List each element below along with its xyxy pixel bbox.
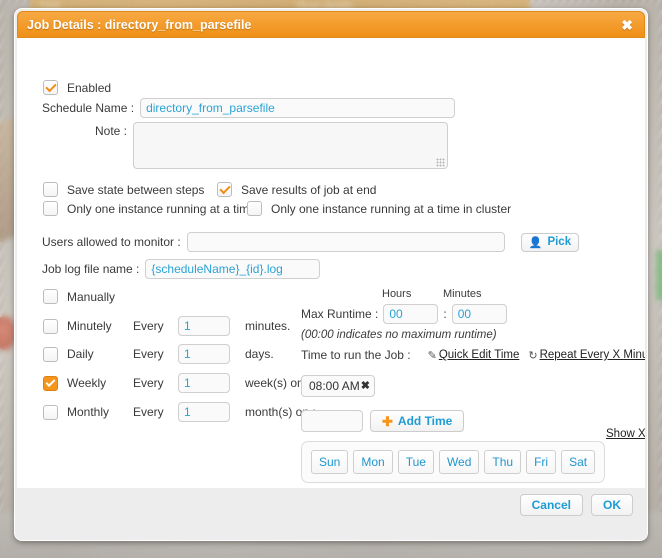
ok-button[interactable]: OK [591,494,633,516]
monthly-every-label: Every [133,405,164,419]
job-details-dialog: Job Details : directory_from_parsefile ✖… [14,8,648,541]
enabled-checkbox[interactable] [43,80,58,95]
schedule-type-daily-row: Daily Every days. [43,344,274,364]
schedule-type-weekly-radio[interactable] [43,375,58,391]
max-runtime-hint: (00:00 indicates no maximum runtime) [301,329,497,341]
schedule-name-label: Schedule Name : [42,101,135,115]
option-single-instance-cluster-row: Only one instance running at a time in c… [247,201,511,216]
cancel-button[interactable]: Cancel [519,494,583,516]
time-to-run-label: Time to run the Job : [301,348,411,362]
refresh-icon: ↻ [528,349,538,362]
time-to-run-row: Time to run the Job : ✎ Quick Edit Time … [301,348,645,362]
save-results-checkbox[interactable] [217,182,232,197]
close-icon[interactable]: ✖ [619,18,635,32]
weekly-every-input[interactable] [178,373,230,393]
note-label: Note : [95,124,128,138]
day-button-mon[interactable]: Mon [353,450,393,474]
repeat-every-x-minutes-label: Repeat Every X Minutes [539,349,645,361]
option-save-results-row: Save results of job at end [217,182,376,197]
show-xml-link[interactable]: Show XML [606,428,645,440]
monthly-every-input[interactable] [178,402,230,422]
job-log-row: Job log file name : [42,259,321,279]
dialog-footer: Cancel OK [15,488,647,540]
time-chip-remove-icon[interactable]: ✖ [361,380,370,392]
users-monitor-label: Users allowed to monitor : [42,235,181,249]
day-button-sat[interactable]: Sat [561,450,596,474]
schedule-type-manually-label: Manually [67,289,116,304]
users-monitor-input[interactable] [186,232,505,252]
schedule-type-monthly-row: Monthly Every month(s) on : [43,402,316,422]
add-time-row: ✚ Add Time [301,410,465,432]
pick-button[interactable]: 👤 Pick [520,232,580,252]
person-icon: 👤 [528,236,543,249]
schedule-type-minutely-label: Minutely [67,319,112,333]
time-chip-list: 08:00 AM ✖ [301,375,375,397]
max-runtime-label: Max Runtime : [301,307,379,321]
enabled-label: Enabled [67,80,112,95]
save-results-label: Save results of job at end [241,182,377,197]
dialog-body: Enabled Schedule Name : Note : Save stat… [17,38,645,488]
schedule-type-monthly-radio[interactable] [43,404,58,420]
job-log-label: Job log file name : [42,262,140,276]
schedule-name-row: Schedule Name : [42,98,456,118]
add-time-button[interactable]: ✚ Add Time [370,410,465,432]
day-button-wed[interactable]: Wed [438,450,480,474]
save-state-checkbox[interactable] [43,182,58,197]
new-time-input[interactable] [301,410,363,432]
single-instance-checkbox[interactable] [43,201,58,216]
time-chip[interactable]: 08:00 AM ✖ [301,375,375,397]
day-button-tue[interactable]: Tue [397,450,434,474]
pick-button-label: Pick [547,236,572,248]
option-save-state-row: Save state between steps [43,182,204,197]
daily-unit-label: days. [245,347,274,361]
save-state-label: Save state between steps [67,182,205,197]
day-button-thu[interactable]: Thu [484,450,522,474]
dialog-title-bar: Job Details : directory_from_parsefile ✖ [17,11,645,38]
schedule-type-manually-radio[interactable] [43,289,58,304]
schedule-type-weekly-label: Weekly [67,376,107,390]
note-textarea[interactable] [133,122,449,169]
schedule-type-monthly-label: Monthly [67,405,110,419]
time-chip-value: 08:00 AM [309,379,360,393]
schedule-type-minutely-row: Minutely Every minutes. [43,316,290,336]
hours-header: Hours [382,288,412,300]
enabled-row: Enabled [43,80,111,95]
max-runtime-row: Max Runtime : : [301,304,507,324]
single-instance-cluster-label: Only one instance running at a time in c… [271,201,512,216]
minutely-every-input[interactable] [178,316,230,336]
quick-edit-time-label: Quick Edit Time [438,349,520,361]
schedule-type-daily-radio[interactable] [43,346,58,362]
single-instance-label: Only one instance running at a time [67,201,256,216]
minutes-header: Minutes [443,288,482,300]
day-button-fri[interactable]: Fri [526,450,557,474]
repeat-every-x-minutes-link[interactable]: ↻ Repeat Every X Minutes [528,349,645,362]
single-instance-cluster-checkbox[interactable] [247,201,262,216]
dialog-title: Job Details : directory_from_parsefile [27,17,252,32]
schedule-type-daily-label: Daily [67,347,94,361]
add-time-button-label: Add Time [397,414,453,428]
schedule-type-weekly-row: Weekly Every week(s) on : [43,373,310,393]
day-button-sun[interactable]: Sun [311,450,349,474]
daily-every-label: Every [133,347,164,361]
max-runtime-separator: : [443,307,447,321]
schedule-type-minutely-radio[interactable] [43,318,58,334]
job-log-input[interactable] [145,259,321,279]
note-row: Note : [95,122,449,172]
max-runtime-hours-input[interactable] [383,304,439,324]
max-runtime-minutes-input[interactable] [451,304,507,324]
users-monitor-row: Users allowed to monitor : 👤 Pick [42,232,580,252]
minutely-unit-label: minutes. [245,319,291,333]
plus-icon: ✚ [382,413,393,429]
day-selector: Sun Mon Tue Wed Thu Fri Sat [301,441,606,483]
schedule-name-input[interactable] [140,98,456,118]
schedule-type-manually-row: Manually [43,289,124,304]
daily-every-input[interactable] [178,344,230,364]
weekly-every-label: Every [133,376,164,390]
quick-edit-time-link[interactable]: ✎ Quick Edit Time [428,349,520,362]
option-single-instance-row: Only one instance running at a time [43,201,256,216]
pencil-icon: ✎ [427,349,437,362]
minutely-every-label: Every [133,319,164,333]
